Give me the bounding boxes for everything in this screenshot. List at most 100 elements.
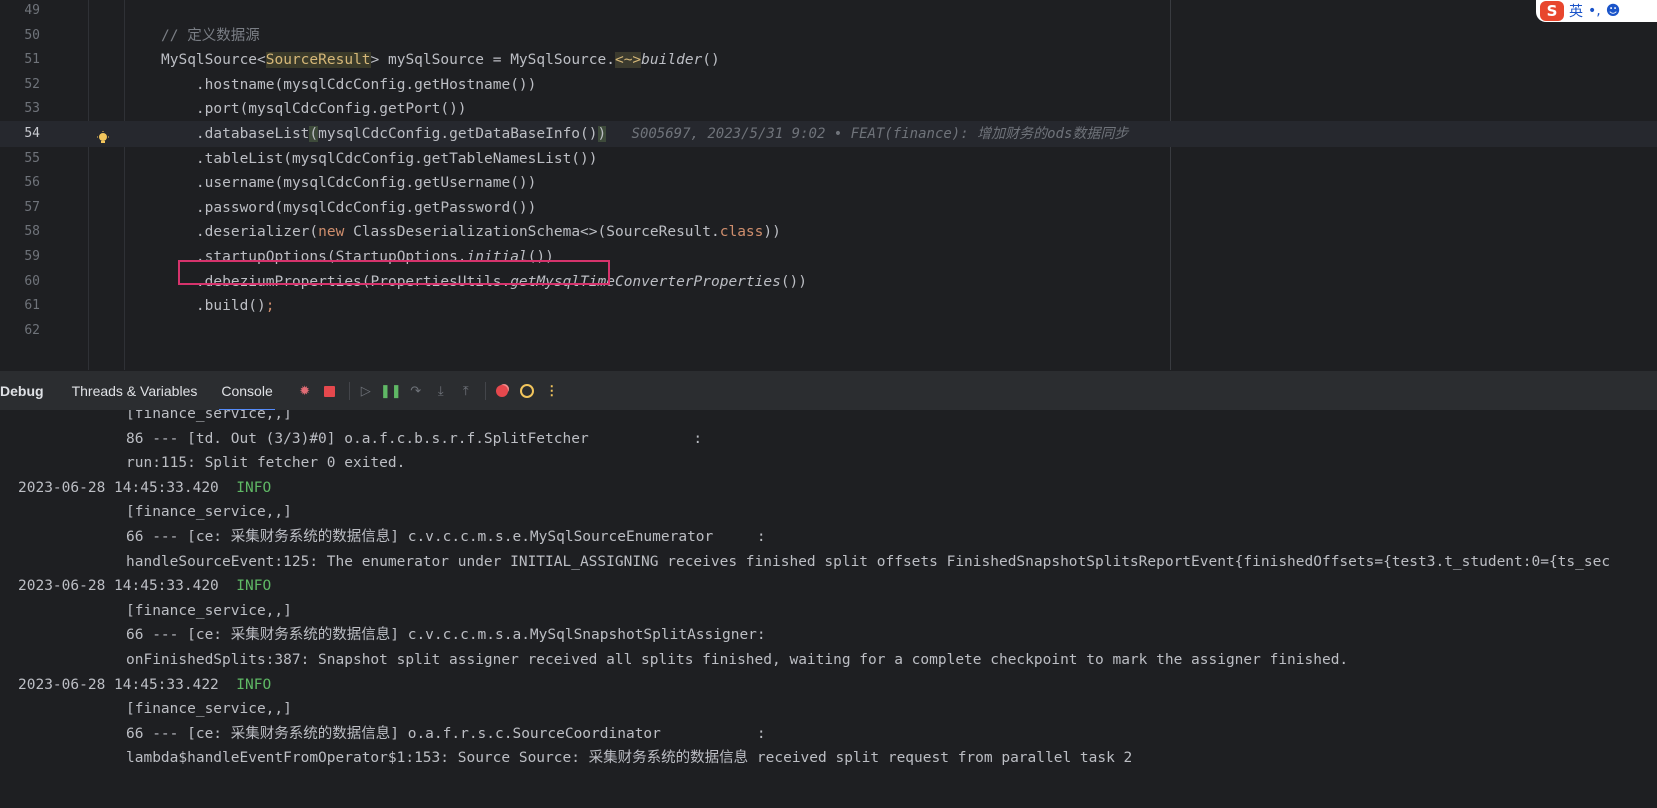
code-token: )): [763, 224, 781, 241]
log-line: [finance_service,,]: [126, 701, 292, 718]
log-line: [finance_service,,]: [126, 504, 292, 521]
tab-threads-variables[interactable]: Threads & Variables: [72, 371, 198, 411]
code-line[interactable]: 54 .databaseList(mysqlCdcConfig.getDataB…: [0, 121, 1657, 147]
code-text: .databaseList(mysqlCdcConfig.getDataBase…: [161, 121, 1128, 147]
step-out-icon[interactable]: ⤒: [458, 383, 474, 399]
console-output[interactable]: [finance_service,,] 86 --- [td. Out (3/3)…: [0, 410, 1657, 808]
lightbulb-icon[interactable]: [96, 131, 110, 145]
code-token: MySqlSource<: [161, 52, 266, 69]
code-token: ()): [780, 273, 808, 290]
log-line: 66 --- [ce: 采集财务系统的数据信息] c.v.c.c.m.s.a.M…: [126, 627, 766, 644]
code-token: class: [719, 224, 764, 241]
toolbar-separator: [484, 382, 486, 400]
log-line: [finance_service,,]: [126, 602, 292, 619]
code-token: builder: [641, 52, 703, 69]
log-line: lambda$handleEventFromOperator$1:153: So…: [126, 750, 1133, 767]
log-timestamp: 2023-06-28 14:45:33.420: [18, 578, 219, 595]
log-level: INFO: [218, 479, 272, 496]
line-number[interactable]: 59: [0, 244, 40, 270]
code-token: ClassDeserializationSchema<>(SourceResul…: [344, 224, 720, 241]
code-token: (): [702, 52, 720, 69]
step-into-icon[interactable]: ⤓: [433, 383, 449, 399]
code-editor[interactable]: 49 50 // 定义数据源 51 MySqlSource<SourceResult> …: [0, 0, 1657, 370]
code-line[interactable]: 61 .build();: [0, 293, 1657, 319]
code-token: // 定义数据源: [161, 27, 260, 44]
log-level: INFO: [218, 578, 272, 595]
log-line: [finance_service,,]: [126, 410, 292, 422]
code-line[interactable]: 56 .username(mysqlCdcConfig.getUsername(…: [0, 170, 1657, 196]
line-number[interactable]: 62: [0, 318, 40, 344]
resume-icon[interactable]: ▷: [358, 383, 374, 399]
mute-breakpoints-icon[interactable]: [519, 383, 535, 399]
toolbar-separator: [348, 382, 350, 400]
code-token: SourceResult: [265, 52, 371, 69]
code-token: .password(mysqlCdcConfig.getPassword()): [161, 199, 537, 216]
code-text: .port(mysqlCdcConfig.getPort()): [161, 96, 467, 122]
code-line[interactable]: 55 .tableList(mysqlCdcConfig.getTableNam…: [0, 146, 1657, 172]
ime-logo-icon[interactable]: S: [1540, 1, 1564, 21]
debug-title: Debug: [0, 383, 44, 399]
code-line[interactable]: 53 .port(mysqlCdcConfig.getPort()): [0, 96, 1657, 122]
ime-toolbar[interactable]: S 英 •, ☻: [1536, 0, 1657, 22]
log-timestamp-line: 2023-06-28 14:45:33.420 INFO: [18, 573, 271, 599]
code-token: .port(mysqlCdcConfig.getPort()): [161, 101, 467, 118]
pause-icon[interactable]: ❚❚: [380, 383, 402, 399]
code-token: (: [309, 126, 319, 142]
line-number[interactable]: 55: [0, 146, 40, 172]
line-number[interactable]: 49: [0, 0, 40, 24]
line-number[interactable]: 52: [0, 72, 40, 98]
line-number[interactable]: 58: [0, 219, 40, 245]
view-breakpoints-icon[interactable]: [494, 383, 510, 399]
stop-icon[interactable]: [322, 383, 338, 399]
line-number[interactable]: 60: [0, 269, 40, 295]
code-token: .hostname(mysqlCdcConfig.getHostname()): [161, 76, 537, 93]
code-token: .tableList(mysqlCdcConfig.getTableNamesL…: [161, 150, 598, 167]
code-text: // 定义数据源: [161, 23, 260, 49]
code-token: ): [597, 126, 607, 142]
line-number[interactable]: 50: [0, 23, 40, 49]
code-line[interactable]: 49: [0, 0, 1657, 24]
line-number[interactable]: 54: [0, 121, 40, 147]
code-token: new: [318, 224, 345, 241]
line-number[interactable]: 53: [0, 96, 40, 122]
ime-language-toggle[interactable]: 英: [1569, 1, 1583, 21]
code-text: .password(mysqlCdcConfig.getPassword()): [161, 195, 536, 221]
code-token: .username(mysqlCdcConfig.getUsername()): [161, 175, 537, 192]
code-line[interactable]: 50 // 定义数据源: [0, 23, 1657, 49]
code-line[interactable]: 52 .hostname(mysqlCdcConfig.getHostname(…: [0, 72, 1657, 98]
code-text: .username(mysqlCdcConfig.getUsername()): [161, 170, 536, 196]
code-token: ;: [265, 298, 275, 315]
code-line[interactable]: 62: [0, 318, 1657, 344]
code-line[interactable]: 51 MySqlSource<SourceResult> mySqlSource …: [0, 47, 1657, 73]
code-token: mysqlCdcConfig.getDataBaseInfo(): [318, 126, 598, 142]
code-token: .databaseList: [161, 126, 310, 142]
log-timestamp: 2023-06-28 14:45:33.422: [18, 676, 219, 693]
code-token: .deserializer(: [161, 224, 319, 241]
log-timestamp-line: 2023-06-28 14:45:33.422 INFO: [18, 672, 271, 698]
code-token: > mySqlSource = MySqlSource.: [370, 52, 615, 69]
log-line: onFinishedSplits:387: Snapshot split ass…: [126, 652, 1349, 668]
code-text: .deserializer(new ClassDeserializationSc…: [161, 219, 781, 245]
log-timestamp-line: 2023-06-28 14:45:33.420 INFO: [18, 475, 271, 501]
log-line: handleSourceEvent:125: The enumerator un…: [126, 553, 1611, 570]
code-line[interactable]: 57 .password(mysqlCdcConfig.getPassword(…: [0, 195, 1657, 221]
git-blame-annotation: S005697, 2023/5/31 9:02 • FEAT(finance):…: [606, 126, 1129, 142]
debug-toolbar: Debug Threads & Variables Console ✹ ▷ ❚❚…: [0, 370, 1657, 411]
rerun-debug-icon[interactable]: ✹: [297, 383, 313, 399]
ime-punctuation-toggle[interactable]: •,: [1588, 3, 1601, 19]
line-number[interactable]: 56: [0, 170, 40, 196]
step-over-icon[interactable]: ↷: [408, 383, 424, 399]
log-line: 66 --- [ce: 采集财务系统的数据信息] c.v.c.c.m.s.e.M…: [126, 529, 766, 545]
line-number[interactable]: 57: [0, 195, 40, 221]
log-line: 66 --- [ce: 采集财务系统的数据信息] o.a.f.r.s.c.Sou…: [126, 725, 766, 742]
log-line: 86 --- [td. Out (3/3)#0] o.a.f.c.b.s.r.f…: [126, 430, 703, 447]
line-number[interactable]: 51: [0, 47, 40, 73]
ime-emoji-icon[interactable]: ☻: [1606, 3, 1621, 19]
tab-console[interactable]: Console: [219, 371, 276, 411]
line-number[interactable]: 61: [0, 293, 40, 319]
code-line[interactable]: 58 .deserializer(new ClassDeserializatio…: [0, 219, 1657, 245]
more-icon[interactable]: ⋮: [544, 383, 560, 399]
code-token: .build(): [161, 298, 266, 315]
code-text: .hostname(mysqlCdcConfig.getHostname()): [161, 72, 536, 98]
log-timestamp: 2023-06-28 14:45:33.420: [18, 479, 219, 496]
